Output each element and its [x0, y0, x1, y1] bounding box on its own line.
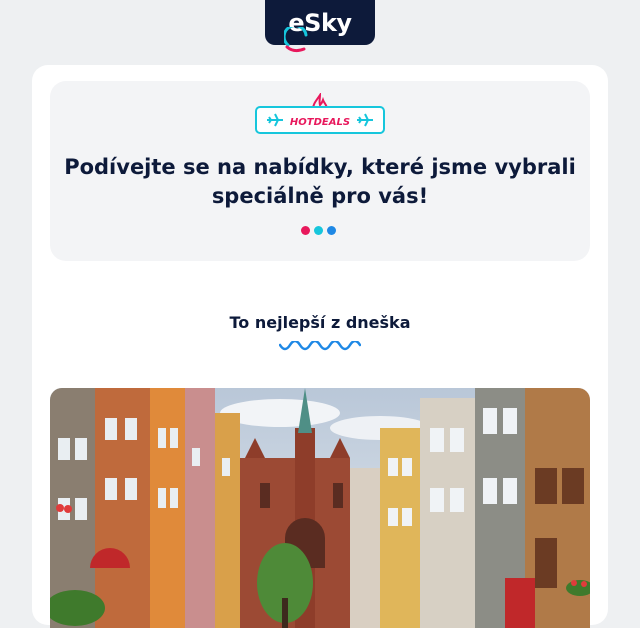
hero-title: Podívejte se na nabídky, které jsme vybr…	[64, 155, 576, 208]
wave-divider-icon	[279, 341, 361, 351]
dot-pink	[301, 226, 310, 235]
hotdeals-label: HOTDEALS	[289, 117, 351, 128]
esky-logo[interactable]: eSky	[265, 0, 375, 52]
dot-cyan	[314, 226, 323, 235]
newsletter-card: HOTDEALS Podívejte se na nabídky, které …	[32, 65, 608, 628]
deal-photo[interactable]	[50, 388, 590, 628]
dot-blue	[327, 226, 336, 235]
decorative-dots	[301, 226, 336, 235]
hotdeals-badge: HOTDEALS	[255, 91, 385, 141]
hotdeals-hero: HOTDEALS Podívejte se na nabídky, které …	[50, 81, 590, 261]
section-title: To nejlepší z dneška	[229, 313, 411, 332]
